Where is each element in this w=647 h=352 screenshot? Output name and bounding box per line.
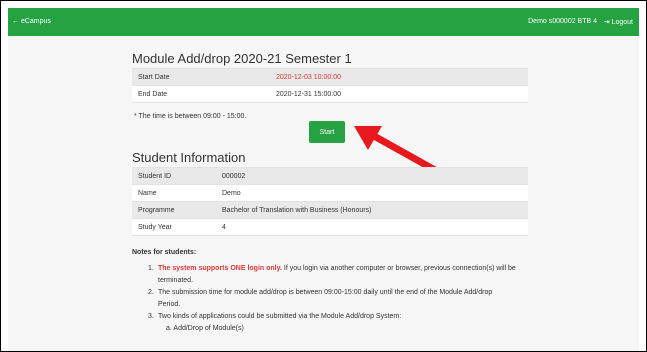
note-number: 1.: [148, 265, 154, 272]
top-navbar: ← eCampus Demo s000002 BTB 4 ⇥ Logout: [8, 8, 639, 36]
student-info-table: Student ID 000002 Name Demo Programme Ba…: [132, 167, 528, 236]
programme-label: Programme: [132, 201, 216, 219]
study-year-value: 4: [216, 218, 528, 236]
logout-link[interactable]: ⇥ Logout: [604, 18, 633, 26]
note-text: Period.: [158, 301, 181, 308]
notes-list: 1. The system supports ONE login only. I…: [136, 263, 536, 335]
student-info-heading: Student Information: [132, 150, 246, 165]
note-text: If you login via another computer or bro…: [281, 265, 516, 272]
note-warning: The system supports ONE login only.: [158, 265, 282, 272]
start-button[interactable]: Start: [309, 121, 345, 143]
end-date-value: 2020-12-31 15:00:00: [270, 85, 528, 103]
table-row: End Date 2020-12-31 15:00:00: [132, 85, 528, 103]
list-item: 3. Two kinds of applications could be su…: [136, 311, 536, 335]
student-id-value: 000002: [216, 167, 528, 185]
main-content: Module Add/drop 2020-21 Semester 1 Start…: [8, 36, 639, 351]
note-number: 2.: [148, 289, 154, 296]
programme-value: Bachelor of Translation with Business (H…: [216, 201, 528, 219]
table-row: Start Date 2020-12-03 10:00:00: [132, 68, 528, 86]
note-text: Two kinds of applications could be submi…: [158, 313, 402, 320]
note-number: 3.: [148, 313, 154, 320]
table-row: Student ID 000002: [132, 167, 528, 185]
study-year-label: Study Year: [132, 218, 216, 236]
end-date-label: End Date: [132, 85, 270, 103]
name-label: Name: [132, 184, 216, 202]
note-text: The submission time for module add/drop …: [158, 289, 493, 296]
list-item: 1. The system supports ONE login only. I…: [136, 263, 536, 287]
name-value: Demo: [216, 184, 528, 202]
note-subitem: a. Add/Drop of Module(s): [166, 325, 244, 332]
browser-frame: ← eCampus Demo s000002 BTB 4 ⇥ Logout Mo…: [0, 0, 647, 352]
back-to-ecampus-link[interactable]: ← eCampus: [12, 18, 51, 25]
user-info: Demo s000002 BTB 4: [528, 18, 597, 25]
student-id-label: Student ID: [132, 167, 216, 185]
notes-title: Notes for students:: [132, 249, 197, 256]
table-row: Study Year 4: [132, 218, 528, 236]
table-row: Programme Bachelor of Translation with B…: [132, 201, 528, 219]
note-text: terminated.: [158, 277, 194, 284]
start-date-label: Start Date: [132, 68, 270, 86]
time-note: * The time is between 09:00 - 15:00.: [134, 113, 247, 120]
page-title: Module Add/drop 2020-21 Semester 1: [132, 51, 352, 66]
start-date-value: 2020-12-03 10:00:00: [270, 68, 528, 86]
table-row: Name Demo: [132, 184, 528, 202]
list-item: 2. The submission time for module add/dr…: [136, 287, 536, 311]
date-table: Start Date 2020-12-03 10:00:00 End Date …: [132, 68, 528, 103]
